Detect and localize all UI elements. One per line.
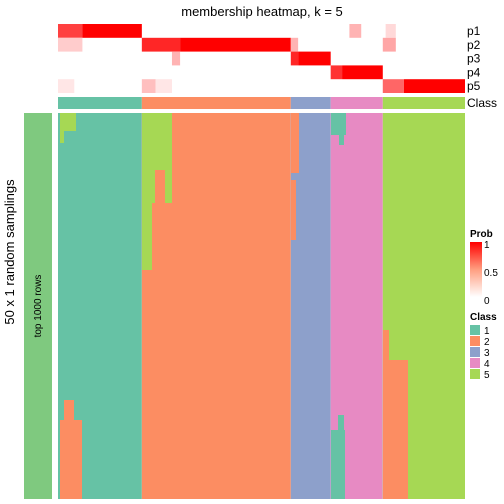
heatmap-variation — [142, 200, 152, 270]
prob-cell-p1 — [385, 24, 396, 38]
prob-cell-p3 — [171, 51, 181, 66]
heatmap-variation — [60, 131, 64, 143]
class-legend-swatch-1 — [470, 325, 480, 335]
prob-cell-p2 — [141, 37, 181, 52]
class-legend-label-5: 5 — [484, 370, 490, 381]
prob-cell-p4 — [330, 65, 343, 80]
left-group-label: top 1000 rows — [33, 275, 44, 338]
heatmap-variation — [291, 113, 299, 173]
class-legend-swatch-2 — [470, 336, 480, 346]
membership-heatmap-chart: membership heatmap, k = 5 p1p2p3p4p5 Clas… — [2, 4, 498, 499]
heatmap-variation — [339, 135, 344, 145]
class-cell-5 — [382, 97, 465, 109]
prob-cell-p2 — [382, 37, 396, 52]
row-label-p2: p2 — [467, 38, 481, 52]
heatmap-variation — [155, 170, 165, 270]
heatmap-variation — [331, 430, 345, 499]
class-annotation-row — [58, 97, 465, 109]
row-label-p5: p5 — [467, 79, 481, 93]
prob-cell-p5 — [141, 79, 156, 93]
heatmap-variation — [291, 180, 296, 240]
prob-cell-p5 — [403, 79, 465, 93]
heatmap-variation — [338, 415, 344, 435]
prob-cell-p3 — [290, 51, 299, 66]
prob-cell-p3 — [298, 51, 331, 66]
prob-cell-p2 — [58, 37, 83, 52]
class-legend-swatch-3 — [470, 347, 480, 357]
class-cell-2 — [141, 97, 291, 109]
prob-cell-p5 — [58, 79, 75, 93]
row-label-p1: p1 — [467, 24, 481, 38]
class-legend-label-4: 4 — [484, 359, 490, 370]
class-legend-label-3: 3 — [484, 348, 490, 359]
class-legend-swatch-4 — [470, 358, 480, 368]
class-legend-label-1: 1 — [484, 326, 490, 337]
heatmap-variation — [78, 440, 82, 499]
main-heatmap-body — [58, 113, 465, 499]
class-cell-3 — [290, 97, 331, 109]
prob-tick-0: 0 — [484, 296, 490, 307]
prob-tick-0.5: 0.5 — [484, 268, 498, 279]
prob-cell-p1 — [82, 24, 142, 38]
prob-cell-p5 — [155, 79, 172, 93]
probability-annotation-rows — [58, 24, 465, 93]
left-outer-label: 50 x 1 random samplings — [2, 179, 17, 325]
prob-legend-title: Prob — [470, 229, 493, 240]
prob-legend-colorbar — [470, 242, 482, 297]
class-legend-label-2: 2 — [484, 337, 490, 348]
heatmap-variation — [383, 360, 408, 499]
class-legend-title: Class — [470, 312, 497, 323]
prob-cell-p1 — [58, 24, 83, 38]
prob-cell-p5 — [382, 79, 404, 93]
chart-title: membership heatmap, k = 5 — [181, 4, 343, 19]
prob-cell-p2 — [290, 37, 299, 52]
row-label-class: Class — [467, 96, 497, 110]
heatmap-variation — [64, 400, 74, 420]
class-legend-swatch-5 — [470, 369, 480, 379]
prob-tick-1: 1 — [484, 240, 490, 251]
prob-cell-p4 — [342, 65, 383, 80]
row-label-p4: p4 — [467, 65, 481, 79]
heatmap-variation — [60, 113, 76, 131]
class-cell-1 — [58, 97, 142, 109]
heatmap-variation — [383, 330, 389, 360]
prob-cell-p2 — [180, 37, 291, 52]
heatmap-variation — [331, 113, 346, 135]
prob-cell-p1 — [349, 24, 362, 38]
prob-legend: Prob 1 0.5 0 — [470, 229, 498, 307]
row-label-p3: p3 — [467, 52, 481, 66]
class-legend: Class 12345 — [470, 312, 497, 381]
annotation-row-labels: p1p2p3p4p5 Class — [467, 24, 497, 110]
class-cell-4 — [330, 97, 383, 109]
